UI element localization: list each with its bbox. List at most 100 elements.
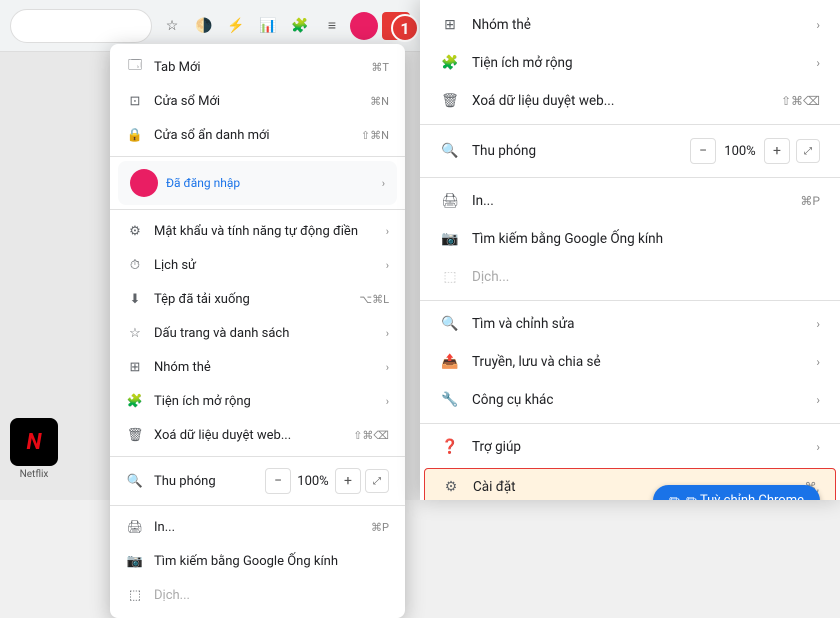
right-google-lens-label: Tìm kiếm bằng Google Ống kính: [472, 231, 663, 247]
right-menu-item-tab-groups[interactable]: ⊞ Nhóm thẻ ›: [420, 6, 840, 44]
menu-item-google-lens[interactable]: 📷 Tìm kiếm bằng Google Ống kính: [110, 544, 405, 578]
new-window-shortcut: ⌘N: [370, 95, 389, 108]
right-help-arrow: ›: [816, 440, 820, 454]
history-icon: ⏱: [126, 256, 144, 274]
right-clear-data-shortcut: ⇧⌘⌫: [781, 94, 820, 108]
right-print-icon: 🖨: [440, 191, 460, 211]
incognito-shortcut: ⇧⌘N: [361, 129, 389, 142]
toolbar-icons: ☆ 🌗 ⚡ 📊 🧩 ≡ ⋮: [158, 12, 410, 40]
right-menu-item-google-lens[interactable]: 📷 Tìm kiếm bằng Google Ống kính: [420, 220, 840, 258]
right-print-shortcut: ⌘P: [800, 194, 820, 208]
customize-chrome-button[interactable]: ✏ ✏ Tuỳ chỉnh Chrome: [653, 485, 820, 500]
right-divider-4: [420, 423, 840, 424]
right-dropdown-menu: ⊞ Nhóm thẻ › 🧩 Tiện ích mở rộng › 🗑 Xoá …: [420, 0, 840, 500]
right-menu-item-translate: ⬚ Dịch...: [420, 258, 840, 296]
tab-groups-arrow: ›: [386, 361, 389, 374]
right-more-tools-label: Công cụ khác: [472, 392, 553, 408]
clear-data-label: Xoá dữ liệu duyệt web...: [154, 428, 291, 443]
tab-groups-icon: ⊞: [126, 358, 144, 376]
right-menu-item-help[interactable]: ❓ Trợ giúp ›: [420, 428, 840, 466]
theme-icon[interactable]: 🌗: [190, 12, 218, 40]
menu-item-bookmarks[interactable]: ☆ Dấu trang và danh sách ›: [110, 316, 405, 350]
menu-item-new-tab[interactable]: 🗔 Tab Mới ⌘T: [110, 50, 405, 84]
right-zoom-label: Thu phóng: [472, 143, 536, 159]
right-print-label: In...: [472, 193, 494, 209]
right-settings-label: Cài đặt: [473, 479, 516, 495]
passwords-arrow: ›: [386, 225, 389, 238]
right-menu-item-find-edit[interactable]: 🔍 Tìm và chỉnh sửa ›: [420, 305, 840, 343]
menu-item-downloads[interactable]: ⬇ Tệp đã tải xuống ⌥⌘L: [110, 282, 405, 316]
right-extensions-arrow: ›: [816, 56, 820, 70]
right-menu-item-cast[interactable]: 📤 Truyền, lưu và chia sẻ ›: [420, 343, 840, 381]
menu-icon[interactable]: ≡: [318, 12, 346, 40]
incognito-label: Cửa sổ ẩn danh mới: [154, 128, 270, 143]
bookmark-icon[interactable]: ☆: [158, 12, 186, 40]
menu-item-extensions[interactable]: 🧩 Tiện ích mở rộng ›: [110, 384, 405, 418]
zoom-icon: 🔍: [126, 472, 144, 490]
profile-section[interactable]: Đã đăng nhập ›: [118, 161, 397, 205]
right-find-edit-icon: 🔍: [440, 314, 460, 334]
menu-item-new-window[interactable]: ⊡ Cửa sổ Mới ⌘N: [110, 84, 405, 118]
right-zoom-plus-button[interactable]: +: [764, 138, 790, 164]
zoom-expand-button[interactable]: ⤢: [365, 469, 389, 493]
profile-logged-in-label: Đã đăng nhập: [166, 176, 240, 190]
energy-icon[interactable]: ⚡: [222, 12, 250, 40]
profile-arrow: ›: [382, 177, 385, 190]
menu-item-tab-groups[interactable]: ⊞ Nhóm thẻ ›: [110, 350, 405, 384]
zoom-label: Thu phóng: [154, 474, 216, 489]
google-lens-icon: 📷: [126, 552, 144, 570]
right-clear-data-label: Xoá dữ liệu duyệt web...: [472, 93, 614, 109]
right-zoom-expand-button[interactable]: ⤢: [796, 139, 820, 163]
new-tab-shortcut: ⌘T: [371, 61, 389, 74]
netflix-icon: N: [10, 418, 58, 466]
right-more-tools-icon: 🔧: [440, 390, 460, 410]
print-shortcut: ⌘P: [371, 521, 389, 534]
divider-3: [110, 456, 405, 457]
right-more-tools-arrow: ›: [816, 393, 820, 407]
menu-item-clear-data[interactable]: 🗑 Xoá dữ liệu duyệt web... ⇧⌘⌫: [110, 418, 405, 452]
right-menu-item-clear-data[interactable]: 🗑 Xoá dữ liệu duyệt web... ⇧⌘⌫: [420, 82, 840, 120]
right-translate-icon: ⬚: [440, 267, 460, 287]
right-menu-item-more-tools[interactable]: 🔧 Công cụ khác ›: [420, 381, 840, 419]
right-extensions-icon: 🧩: [440, 53, 460, 73]
menu-item-history[interactable]: ⏱ Lịch sử ›: [110, 248, 405, 282]
downloads-label: Tệp đã tải xuống: [154, 292, 250, 307]
new-tab-icon: 🗔: [126, 58, 144, 76]
avatar-icon[interactable]: [350, 12, 378, 40]
left-dropdown-menu: 🗔 Tab Mới ⌘T ⊡ Cửa sổ Mới ⌘N 🔒 Cửa sổ ẩn…: [110, 44, 405, 618]
right-cast-label: Truyền, lưu và chia sẻ: [472, 354, 601, 370]
right-menu-item-extensions[interactable]: 🧩 Tiện ích mở rộng ›: [420, 44, 840, 82]
right-menu-item-print[interactable]: 🖨 In... ⌘P: [420, 182, 840, 220]
right-divider-2: [420, 177, 840, 178]
chart-icon[interactable]: 📊: [254, 12, 282, 40]
right-zoom-icon: 🔍: [440, 141, 460, 161]
profile-avatar: [130, 169, 158, 197]
translate-icon: ⬚: [126, 586, 144, 604]
right-cast-arrow: ›: [816, 355, 820, 369]
right-google-lens-icon: 📷: [440, 229, 460, 249]
extensions-label: Tiện ích mở rộng: [154, 394, 251, 409]
clear-data-shortcut: ⇧⌘⌫: [353, 429, 389, 442]
history-label: Lịch sử: [154, 258, 196, 273]
address-bar[interactable]: [10, 9, 152, 43]
menu-item-translate: ⬚ Dịch...: [110, 578, 405, 612]
print-label: In...: [154, 520, 175, 535]
divider-1: [110, 156, 405, 157]
step-1-label: 1: [391, 14, 419, 42]
history-arrow: ›: [386, 259, 389, 272]
zoom-plus-button[interactable]: +: [335, 468, 361, 494]
extension-icon[interactable]: 🧩: [286, 12, 314, 40]
right-extensions-label: Tiện ích mở rộng: [472, 55, 573, 71]
new-tab-label: Tab Mới: [154, 60, 201, 75]
passwords-label: Mật khẩu và tính năng tự động điền: [154, 224, 358, 239]
menu-item-passwords[interactable]: ⚙ Mật khẩu và tính năng tự động điền ›: [110, 214, 405, 248]
right-tab-groups-label: Nhóm thẻ: [472, 17, 531, 33]
right-translate-label: Dịch...: [472, 269, 509, 285]
right-find-edit-label: Tìm và chỉnh sửa: [472, 316, 574, 332]
zoom-value: 100%: [295, 474, 331, 489]
bookmarks-icon: ☆: [126, 324, 144, 342]
menu-item-print[interactable]: 🖨 In... ⌘P: [110, 510, 405, 544]
right-zoom-minus-button[interactable]: −: [690, 138, 716, 164]
menu-item-incognito[interactable]: 🔒 Cửa sổ ẩn danh mới ⇧⌘N: [110, 118, 405, 152]
zoom-minus-button[interactable]: −: [265, 468, 291, 494]
